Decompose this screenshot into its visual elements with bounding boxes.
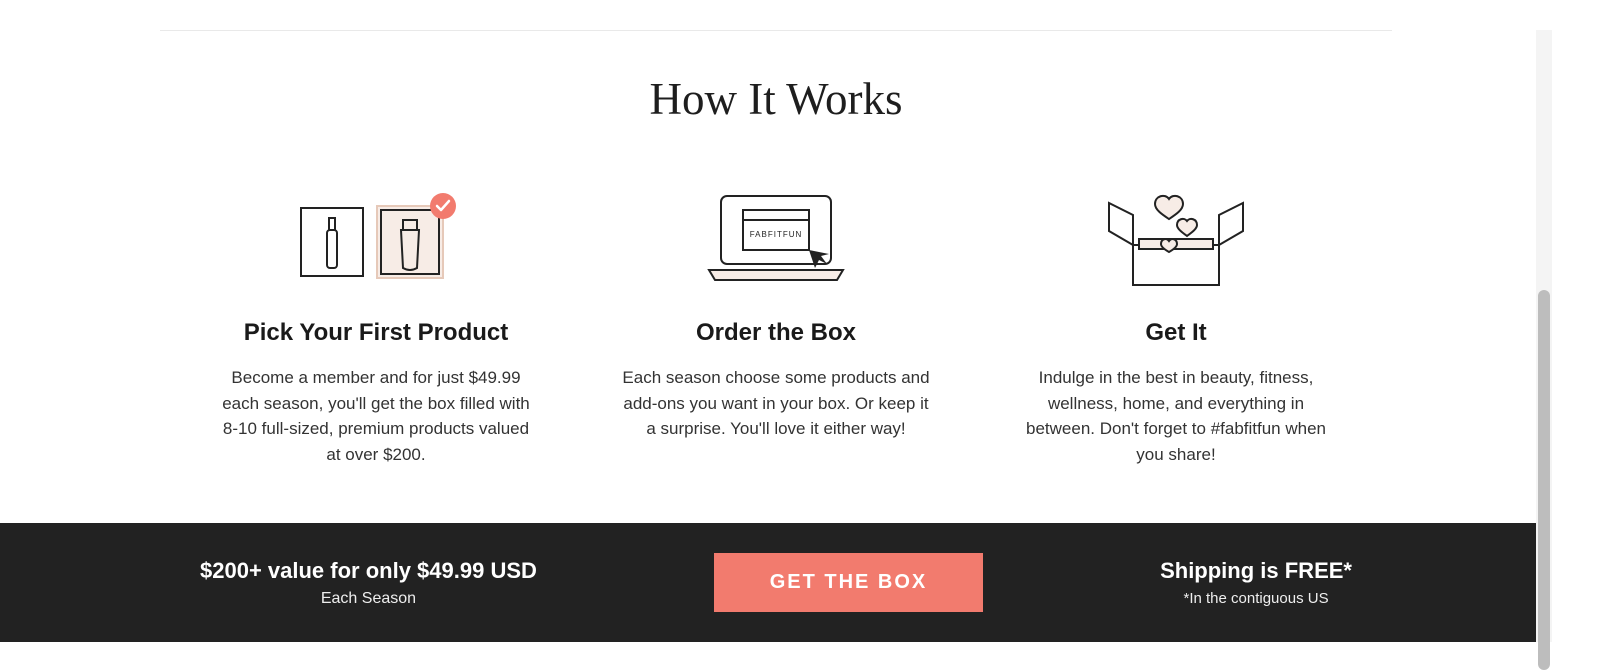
cta-bar: $200+ value for only $49.99 USD Each Sea… xyxy=(0,523,1552,642)
page: How It Works xyxy=(0,30,1552,642)
box-label: FABFITFUN xyxy=(750,230,803,239)
step-title: Pick Your First Product xyxy=(221,319,531,347)
laptop-box-icon: FABFITFUN xyxy=(621,185,931,295)
open-box-hearts-icon xyxy=(1021,185,1331,295)
cta-value-headline: $200+ value for only $49.99 USD xyxy=(200,558,537,584)
step-description: Become a member and for just $49.99 each… xyxy=(221,365,531,467)
cta-value-sub: Each Season xyxy=(200,590,537,608)
step-description: Indulge in the best in beauty, fitness, … xyxy=(1021,365,1331,467)
step-get-it: Get It Indulge in the best in beauty, fi… xyxy=(1021,185,1331,467)
cta-shipping-headline: Shipping is FREE* xyxy=(1160,558,1352,584)
divider xyxy=(160,30,1392,31)
cta-shipping-sub: *In the contiguous US xyxy=(1160,590,1352,607)
pick-product-icon xyxy=(221,185,531,295)
step-order-box: FABFITFUN Order the Box Each season choo… xyxy=(621,185,931,467)
get-the-box-button[interactable]: GET THE BOX xyxy=(714,553,984,612)
section-title: How It Works xyxy=(0,73,1552,125)
step-description: Each season choose some products and add… xyxy=(621,365,931,442)
scrollbar-thumb[interactable] xyxy=(1538,290,1550,670)
cta-shipping-block: Shipping is FREE* *In the contiguous US xyxy=(1160,558,1352,607)
scrollbar-track[interactable] xyxy=(1536,30,1552,642)
how-it-works-steps: Pick Your First Product Become a member … xyxy=(0,185,1552,523)
step-title: Get It xyxy=(1021,319,1331,347)
step-title: Order the Box xyxy=(621,319,931,347)
step-pick-product: Pick Your First Product Become a member … xyxy=(221,185,531,467)
cta-value-block: $200+ value for only $49.99 USD Each Sea… xyxy=(200,558,537,608)
